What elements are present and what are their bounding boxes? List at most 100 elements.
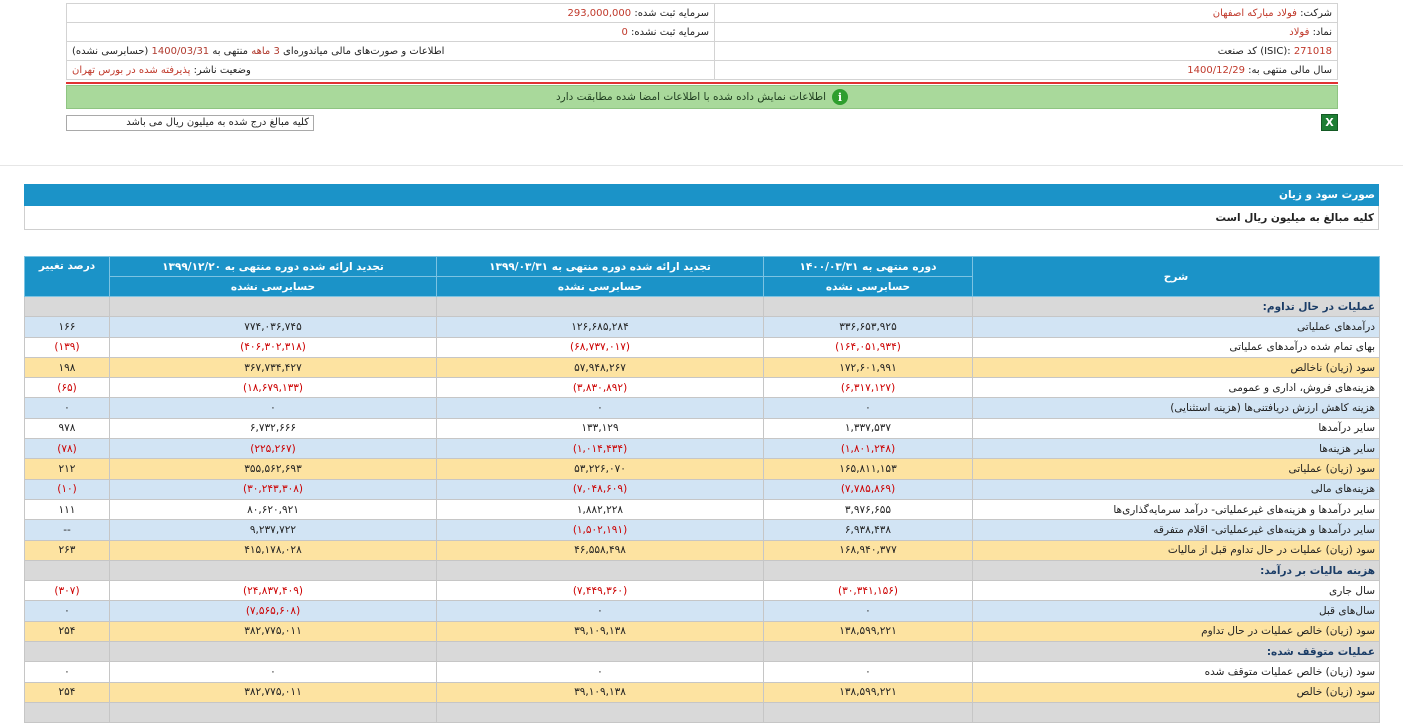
row-value-period-3	[109, 559, 437, 582]
section-units-note: کلیه مبالغ به میلیون ریال است	[24, 206, 1379, 230]
row-value-period-3: (۴۰۶,۳۰۲,۳۱۸)	[109, 336, 437, 358]
row-value-period-2	[436, 641, 764, 663]
row-description: سود (زیان) خالص	[972, 681, 1380, 703]
info-icon: i	[832, 89, 848, 105]
section-row: عملیات متوقف شده:	[24, 641, 1380, 663]
row-value-period-2: ۱۲۶,۶۸۵,۲۸۴	[436, 316, 764, 338]
row-value-period-2: (۶۸,۷۳۷,۰۱۷)	[436, 336, 764, 358]
row-value-period-1	[763, 641, 973, 663]
header-period-3-audit: حسابرسی نشده	[109, 276, 437, 297]
row-change-percent: --	[24, 519, 110, 541]
table-row: سایر درآمدها و هزینه‌های غیرعملیاتی- درآ…	[24, 498, 1380, 521]
table-row: سال‌های قبل ۰ ۰ (۷,۵۶۵,۶۰۸) ۰	[24, 600, 1380, 622]
row-value-period-1: ۱۶۵,۸۱۱,۱۵۳	[763, 458, 973, 480]
fy-value: 1400/12/29	[1187, 64, 1245, 76]
row-description: سود (زیان) عملیاتی	[972, 458, 1380, 480]
report-date: 1400/03/31	[151, 45, 210, 57]
row-value-period-1: ۱۷۲,۶۰۱,۹۹۱	[763, 356, 973, 379]
row-value-period-1	[763, 701, 973, 723]
row-change-percent: ۲۶۳	[24, 539, 110, 561]
row-value-period-3: ۹,۲۳۷,۷۲۲	[109, 519, 437, 541]
table-row: سایر درآمدها ۱,۳۳۷,۵۳۷ ۱۳۳,۱۲۹ ۶,۷۳۲,۶۶۶ ۹۷۸	[24, 417, 1380, 440]
row-change-percent: (۱۳۹)	[24, 336, 110, 358]
row-description: بهای تمام شده درآمدهای عملیاتی	[972, 336, 1380, 358]
row-value-period-2: (۱,۰۱۴,۴۳۴)	[436, 438, 764, 460]
row-value-period-1	[763, 559, 973, 582]
row-value-period-2: ۴۶,۵۵۸,۴۹۸	[436, 539, 764, 561]
row-value-period-3: ۴۱۵,۱۷۸,۰۲۸	[109, 539, 437, 561]
row-description: هزینه‌های مالی	[972, 478, 1380, 500]
table-row: هزینه‌های مالی (۷,۷۸۵,۸۶۹) (۷,۰۴۸,۶۰۹) (۳۰,…	[24, 478, 1380, 500]
row-value-period-3	[109, 701, 437, 723]
row-change-percent: ۱۶۶	[24, 316, 110, 338]
company-value: فولاد مبارکه اصفهان	[1212, 7, 1297, 19]
status-label: وضعیت ناشر:	[193, 64, 251, 76]
row-value-period-2	[436, 295, 764, 318]
row-value-period-3: ۷۷۴,۰۳۶,۷۴۵	[109, 316, 437, 338]
row-value-period-3: ۳۵۵,۵۶۲,۶۹۳	[109, 458, 437, 480]
row-description: سال‌های قبل	[972, 600, 1380, 622]
row-change-percent: ۰	[24, 397, 110, 419]
isic-label: کد صنعت (ISIC):	[1217, 45, 1291, 57]
table-row: سود (زیان) ناخالص ۱۷۲,۶۰۱,۹۹۱ ۵۷,۹۴۸,۲۶۷ ۳۶…	[24, 356, 1380, 379]
header-period-3: تجدید ارائه شده دوره منتهی به ۱۳۹۹/۱۲/۲۰	[109, 256, 437, 277]
row-value-period-1: (۶,۳۱۷,۱۲۷)	[763, 377, 973, 399]
row-description: عملیات در حال تداوم:	[972, 295, 1380, 318]
table-row: سال جاری (۳۰,۳۴۱,۱۵۶) (۷,۴۴۹,۳۶۰) (۲۴,۸۳۷,۴…	[24, 580, 1380, 602]
row-description: هزینه کاهش ارزش دریافتنی‌ها (هزینه استثن…	[972, 397, 1380, 419]
row-change-percent	[24, 641, 110, 663]
row-change-percent: (۳۰۷)	[24, 580, 110, 602]
table-row: هزینه کاهش ارزش دریافتنی‌ها (هزینه استثن…	[24, 397, 1380, 419]
row-change-percent: ۱۹۸	[24, 356, 110, 379]
excel-export-icon[interactable]: X	[1321, 114, 1338, 131]
row-description: سود (زیان) عملیات در حال تداوم قبل از ما…	[972, 539, 1380, 561]
row-description: سود (زیان) خالص عملیات متوقف شده	[972, 661, 1380, 683]
row-value-period-2	[436, 559, 764, 582]
row-change-percent	[24, 701, 110, 723]
row-description: سایر هزینه‌ها	[972, 438, 1380, 460]
report-period: 3 ماهه	[251, 45, 280, 57]
row-value-period-1: (۱,۸۰۱,۲۴۸)	[763, 438, 973, 460]
row-description: سایر درآمدها	[972, 417, 1380, 440]
symbol-cell: نماد: فولاد	[714, 22, 1338, 42]
row-value-period-3: ۳۶۷,۷۳۴,۴۲۷	[109, 356, 437, 379]
symbol-value: فولاد	[1289, 26, 1310, 38]
table-row: سود (زیان) خالص ۱۳۸,۵۹۹,۲۲۱ ۳۹,۱۰۹,۱۳۸ ۳۸۲,…	[24, 681, 1380, 703]
header-change-percent: درصد تغییر	[24, 256, 110, 297]
section-row: هزینه مالیات بر درآمد:	[24, 559, 1380, 582]
status-value: پذیرفته شده در بورس تهران	[72, 64, 191, 76]
table-row: سود (زیان) خالص عملیات در حال تداوم ۱۳۸,۵…	[24, 620, 1380, 643]
row-value-period-2: ۱۳۳,۱۲۹	[436, 417, 764, 440]
row-change-percent: ۱۱۱	[24, 498, 110, 521]
row-value-period-2: ۳۹,۱۰۹,۱۳۸	[436, 620, 764, 643]
row-value-period-3: (۳۰,۲۴۳,۳۰۸)	[109, 478, 437, 500]
fy-label: سال مالی منتهی به:	[1248, 64, 1332, 76]
row-description: هزینه‌های فروش، اداری و عمومی	[972, 377, 1380, 399]
row-value-period-2: ۱,۸۸۲,۲۲۸	[436, 498, 764, 521]
row-change-percent: ۲۵۴	[24, 681, 110, 703]
header-period-2-audit: حسابرسی نشده	[436, 276, 764, 297]
row-value-period-1: ۰	[763, 397, 973, 419]
row-value-period-1: ۱,۳۳۷,۵۳۷	[763, 417, 973, 440]
table-row: هزینه‌های فروش، اداری و عمومی (۶,۳۱۷,۱۲۷)…	[24, 377, 1380, 399]
unreg-capital-cell: سرمایه ثبت نشده: 0	[66, 22, 715, 42]
reg-capital-cell: سرمایه ثبت شده: 293,000,000	[66, 3, 715, 23]
row-value-period-1: ۰	[763, 661, 973, 683]
symbol-label: نماد:	[1312, 26, 1332, 38]
isic-cell: کد صنعت (ISIC): 271018	[714, 41, 1338, 61]
row-value-period-1	[763, 295, 973, 318]
row-value-period-3: ۸۰,۶۲۰,۹۲۱	[109, 498, 437, 521]
units-select[interactable]: کلیه مبالغ درج شده به میلیون ریال می باش…	[66, 115, 314, 131]
row-value-period-1: ۰	[763, 600, 973, 622]
row-value-period-1: (۷,۷۸۵,۸۶۹)	[763, 478, 973, 500]
reg-capital-label: سرمایه ثبت شده:	[634, 7, 709, 19]
row-description	[972, 701, 1380, 723]
row-value-period-1: (۱۶۴,۰۵۱,۹۳۴)	[763, 336, 973, 358]
row-value-period-3: ۳۸۲,۷۷۵,۰۱۱	[109, 681, 437, 703]
row-change-percent: ۲۵۴	[24, 620, 110, 643]
row-value-period-3	[109, 641, 437, 663]
row-value-period-2	[436, 701, 764, 723]
report-desc-cell: اطلاعات و صورت‌های مالی میاندوره‌ای 3 ما…	[66, 41, 715, 61]
row-value-period-2: ۵۷,۹۴۸,۲۶۷	[436, 356, 764, 379]
row-value-period-3: ۰	[109, 397, 437, 419]
